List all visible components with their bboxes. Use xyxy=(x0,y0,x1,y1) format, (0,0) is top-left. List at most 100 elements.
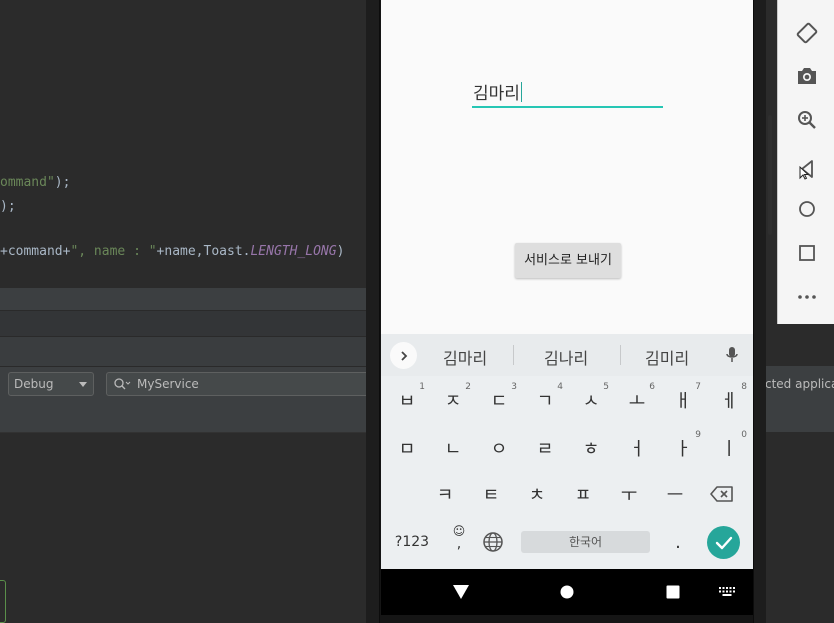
voice-input-button[interactable] xyxy=(725,346,739,368)
key-char: ㄹ xyxy=(536,439,554,460)
letter-key[interactable]: ㅌ xyxy=(468,474,514,514)
key-number-hint: 3 xyxy=(511,382,517,392)
suggestion-bar: 김마리 김나리 김미리 xyxy=(381,334,753,376)
logcat-search-input[interactable]: MyService xyxy=(106,372,372,396)
key-char: ㅊ xyxy=(528,485,546,506)
phone-bezel-right xyxy=(753,0,766,623)
letter-key[interactable]: ㅅ5 xyxy=(568,380,614,420)
right-panel xyxy=(757,432,834,623)
microphone-icon xyxy=(726,347,738,362)
language-key[interactable] xyxy=(470,522,516,562)
key-char: ㄱ xyxy=(536,391,554,412)
suggestion-1[interactable]: 김마리 xyxy=(443,345,487,369)
home-button[interactable] xyxy=(793,195,821,223)
keyboard-switch-button[interactable] xyxy=(707,569,747,615)
android-nav-bar xyxy=(381,569,753,615)
phone-side-key[interactable] xyxy=(768,115,772,235)
process-select-text[interactable]: cted applicat xyxy=(765,377,834,391)
key-char: ㅁ xyxy=(398,439,416,460)
symbols-key[interactable]: ?123 xyxy=(389,522,435,562)
letter-key[interactable]: ㅁ xyxy=(384,428,430,468)
letter-key[interactable]: ㄷ3 xyxy=(476,380,522,420)
key-char: ㅏ xyxy=(674,439,692,460)
backspace-key[interactable] xyxy=(699,474,745,514)
enter-key[interactable] xyxy=(707,526,740,559)
code-text: ); xyxy=(54,175,71,190)
nav-recents-button[interactable] xyxy=(653,569,693,615)
letter-key[interactable]: ㅂ1 xyxy=(384,380,430,420)
letter-key[interactable]: ㅗ6 xyxy=(614,380,660,420)
nav-home-button[interactable] xyxy=(547,569,587,615)
more-icon xyxy=(798,295,816,299)
key-number-hint: 4 xyxy=(557,382,563,392)
space-key[interactable]: 한국어 xyxy=(521,531,650,553)
letter-key[interactable]: ㄴ xyxy=(430,428,476,468)
side-tab[interactable] xyxy=(0,580,6,623)
letter-key[interactable]: ㅡ xyxy=(652,474,698,514)
letter-key[interactable]: ㅐ7 xyxy=(660,380,706,420)
letter-key[interactable]: ㅏ9 xyxy=(660,428,706,468)
key-char: ㅇ xyxy=(490,439,508,460)
letter-key[interactable]: ㅎ xyxy=(568,428,614,468)
globe-icon xyxy=(483,532,503,552)
letter-key[interactable]: ㅊ xyxy=(514,474,560,514)
letter-key[interactable]: ㅋ xyxy=(422,474,468,514)
send-to-service-button[interactable]: 서비스로 보내기 xyxy=(515,243,621,278)
shift-key[interactable] xyxy=(381,474,425,514)
code-string: ommand" xyxy=(0,175,55,190)
letter-key[interactable]: ㅇ xyxy=(476,428,522,468)
code-line-3: +command+", name : "+name,Toast.LENGTH_L… xyxy=(0,244,344,259)
name-input[interactable]: 김마리 xyxy=(472,80,663,108)
back-button[interactable] xyxy=(793,155,821,183)
panel-tabs xyxy=(0,336,372,366)
period-key[interactable]: . xyxy=(655,522,701,562)
letter-key[interactable]: ㅓ xyxy=(614,428,660,468)
key-char: ㅎ xyxy=(582,439,600,460)
letter-key[interactable]: ㄱ4 xyxy=(522,380,568,420)
expand-suggestions-button[interactable] xyxy=(390,342,417,369)
suggestion-2[interactable]: 김나리 xyxy=(544,345,588,369)
recents-square-icon xyxy=(666,585,680,599)
letter-key[interactable]: ㅈ2 xyxy=(430,380,476,420)
phone-screen: 김마리 서비스로 보내기 김마리 김나리 김미리 ?123 ☺ , 한국어 . … xyxy=(381,0,753,569)
overview-icon xyxy=(799,245,815,261)
code-editor[interactable]: ommand"); ); +command+", name : "+name,T… xyxy=(0,0,372,288)
config-select[interactable]: Debug xyxy=(8,372,94,396)
suggestion-3[interactable]: 김미리 xyxy=(645,345,689,369)
back-triangle-icon xyxy=(453,585,469,599)
more-button[interactable] xyxy=(793,283,821,311)
zoom-button[interactable] xyxy=(793,106,821,134)
search-icon xyxy=(114,378,131,390)
letter-key[interactable]: ㅔ8 xyxy=(706,380,752,420)
search-value: MyService xyxy=(137,377,199,391)
letter-key[interactable]: ㅜ xyxy=(606,474,652,514)
code-constant: LENGTH_LONG xyxy=(250,244,337,259)
chevron-down-icon xyxy=(79,382,87,387)
rotate-icon xyxy=(796,22,818,44)
key-char: ㅈ xyxy=(444,391,462,412)
home-dot-icon xyxy=(560,585,574,599)
key-char: ㅓ xyxy=(628,439,646,460)
rotate-button[interactable] xyxy=(793,19,821,47)
key-number-hint: 7 xyxy=(695,382,701,392)
editor-bottom-bar xyxy=(0,288,372,310)
key-number-hint: 8 xyxy=(741,382,747,392)
back-icon xyxy=(799,160,813,180)
key-number-hint: 9 xyxy=(695,430,701,440)
letter-key[interactable]: ㅍ xyxy=(560,474,606,514)
key-char: ㅂ xyxy=(398,391,416,412)
letter-key[interactable]: ㄹ xyxy=(522,428,568,468)
camera-icon xyxy=(798,68,816,84)
nav-back-button[interactable] xyxy=(441,569,481,615)
check-icon xyxy=(715,536,732,549)
screenshot-button[interactable] xyxy=(793,62,821,90)
letter-key[interactable]: ㅣ0 xyxy=(706,428,752,468)
overview-button[interactable] xyxy=(793,239,821,267)
right-toolbar-strip xyxy=(757,366,834,432)
emulator-controls xyxy=(777,0,834,324)
logcat-output[interactable] xyxy=(0,432,372,623)
phone-bezel-left xyxy=(366,0,380,623)
key-char: ㅌ xyxy=(482,485,500,506)
key-char: ㅜ xyxy=(620,485,638,506)
screen-root: ommand"); ); +command+", name : "+name,T… xyxy=(0,0,834,623)
